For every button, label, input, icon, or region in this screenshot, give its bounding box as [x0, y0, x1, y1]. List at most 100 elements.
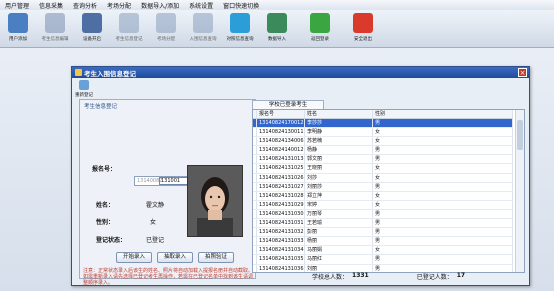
table-cell: 男 — [373, 219, 513, 228]
table-cell: 女 — [373, 128, 513, 137]
toolbar-button-label: 设备开启 — [83, 37, 101, 42]
manual-entry-button[interactable]: 抽取录入 — [157, 252, 193, 263]
toolbar-button-label: 考生信息编辑 — [41, 37, 69, 42]
toolbar-button[interactable]: 用户添加 — [0, 10, 36, 47]
gender-label: 性别： — [96, 219, 115, 226]
table-row[interactable]: 13140824131027 刘丽莎男 — [253, 182, 513, 192]
toolbar-button[interactable]: 考场分配 — [148, 10, 184, 47]
table-cell: 男 — [373, 146, 513, 155]
table-row[interactable]: 13140824131013 郭文丽男 — [253, 155, 513, 165]
table-cell: 13140824131032 — [259, 228, 305, 237]
name-value: 霍文静 — [146, 202, 165, 209]
toolbar-button[interactable]: 考生信息登记 — [111, 10, 147, 47]
vertical-scrollbar[interactable] — [515, 110, 524, 272]
table-cell: 李莎莎 — [305, 119, 373, 128]
refresh-icon — [79, 80, 89, 90]
back-arrow-icon — [310, 13, 330, 33]
student-info-panel: 考生信息登记 报名号： 13140082 131001 姓名： 霍文静 性别： … — [79, 99, 256, 286]
column-header[interactable]: 报名号 — [257, 110, 305, 118]
start-entry-button[interactable]: 开始录入 — [116, 252, 152, 263]
table-cell: 李明静 — [305, 128, 373, 137]
total-label: 学校总人数： — [312, 274, 349, 281]
table-cell: 13140824131036 — [259, 264, 305, 272]
menu-item[interactable]: 窗口快速切换 — [218, 1, 264, 10]
register-dialog: 考生入围信息登记 × 重新登记 考生信息登记 报名号： 13140082 131… — [71, 66, 530, 286]
toolbar-button[interactable]: 考生信息编辑 — [37, 10, 73, 47]
gender-value: 女 — [150, 219, 157, 226]
table-row[interactable]: 13140824131034 马丽娟女 — [253, 246, 513, 256]
table-cell: 女 — [373, 200, 513, 209]
table-row[interactable]: 13140824131026 刘莎女 — [253, 173, 513, 183]
table-row[interactable]: 13140824131035 马丽红男 — [253, 255, 513, 265]
room-icon — [156, 13, 176, 33]
re-register-button[interactable]: 重新登记 — [74, 80, 94, 100]
table-cell: 13140824131025 — [259, 164, 305, 173]
toolbar-button-label: 数据导入 — [268, 37, 286, 42]
table-row[interactable]: 13140824140012 杨静男 — [253, 146, 513, 156]
table-cell: 女 — [373, 137, 513, 146]
table-row[interactable]: 13140824131028 郑立萍女 — [253, 191, 513, 201]
table-cell: 刘丽莎 — [305, 182, 373, 191]
table-cell: 13140824131034 — [259, 246, 305, 255]
table-row[interactable]: 13140824170012 李莎莎男 — [253, 119, 513, 129]
table-cell: 杨静 — [305, 146, 373, 155]
table-cell: 男 — [373, 119, 513, 128]
toolbar-button[interactable]: 入围信息查询 — [185, 10, 221, 47]
student-photo — [187, 165, 243, 237]
table-cell: 13140824131026 — [259, 173, 305, 182]
column-header[interactable]: 性别 — [373, 110, 513, 118]
table-cell: 王若瑜 — [305, 219, 373, 228]
power-icon — [353, 13, 373, 33]
toolbar-button[interactable]: 对照信息查询 — [222, 10, 258, 47]
toolbar-button[interactable]: 设备开启 — [74, 10, 110, 47]
panel-title: 考生信息登记 — [84, 104, 118, 110]
table-row[interactable]: 13140824131033 杨丽男 — [253, 237, 513, 247]
table-row[interactable]: 13140824131029 宋婷女 — [253, 200, 513, 210]
table-cell: 13140824131035 — [259, 255, 305, 264]
table-cell: 13140824131031 — [259, 219, 305, 228]
table-cell: 13140824140012 — [259, 146, 305, 155]
toolbar-button[interactable]: 安全退出 — [345, 10, 381, 47]
table-row[interactable]: 13140824131030 万丽琴男 — [253, 209, 513, 220]
status-value: 已登记 — [146, 237, 165, 244]
menu-item[interactable]: 考场分配 — [102, 1, 136, 10]
column-header[interactable]: 姓名 — [305, 110, 373, 118]
table-cell: 男 — [373, 228, 513, 237]
toolbar-button-label: 安全退出 — [354, 37, 372, 42]
table-cell: 女 — [373, 246, 513, 255]
table-cell: 万丽琴 — [305, 209, 373, 219]
name-label: 姓名： — [96, 202, 115, 209]
table-cell: 杨丽 — [305, 237, 373, 246]
toolbar-button-label: 用户添加 — [9, 37, 27, 42]
menu-item[interactable]: 查询分析 — [68, 1, 102, 10]
close-icon[interactable]: × — [518, 68, 527, 77]
table-row[interactable]: 13140824130011 李明静女 — [253, 128, 513, 138]
table-cell: 13140824131033 — [259, 237, 305, 246]
registered-count: 17 — [456, 272, 466, 279]
table-cell: 13140824134006 — [259, 137, 305, 146]
toolbar-button[interactable]: 返回登录 — [302, 10, 338, 47]
menu-item[interactable]: 系统设置 — [184, 1, 218, 10]
table-cell: 13140824131013 — [259, 155, 305, 164]
table-cell: 宋婷 — [305, 200, 373, 209]
magnifier-icon — [230, 13, 250, 33]
toolbar-button[interactable]: 数据导入 — [259, 10, 295, 47]
exam-no-label: 报名号： — [92, 166, 117, 173]
table-row[interactable]: 13140824131031 王若瑜男 — [253, 219, 513, 229]
table-row[interactable]: 13140824131025 王晓丽女 — [253, 164, 513, 174]
table-cell: 女 — [373, 173, 513, 182]
scrollbar-thumb[interactable] — [517, 120, 523, 150]
menu-item[interactable]: 用户管理 — [0, 1, 34, 10]
menu-item[interactable]: 数据导入/添加 — [136, 1, 184, 10]
edit-icon — [45, 13, 65, 33]
table-cell: 郑立萍 — [305, 191, 373, 200]
menu-item[interactable]: 信息采集 — [34, 1, 68, 10]
photo-verify-button[interactable]: 拍照验证 — [198, 252, 234, 263]
table-row[interactable]: 13140824131032 彭丽男 — [253, 228, 513, 238]
table-cell: 男 — [373, 209, 513, 219]
stats-bar: 学校总人数： 1331 已登记人数： 17 — [312, 272, 465, 281]
table-row[interactable]: 13140824134006 苏若楠女 — [253, 137, 513, 147]
users-icon — [8, 13, 28, 33]
search-list-icon — [193, 13, 213, 33]
table-cell: 男 — [373, 237, 513, 246]
